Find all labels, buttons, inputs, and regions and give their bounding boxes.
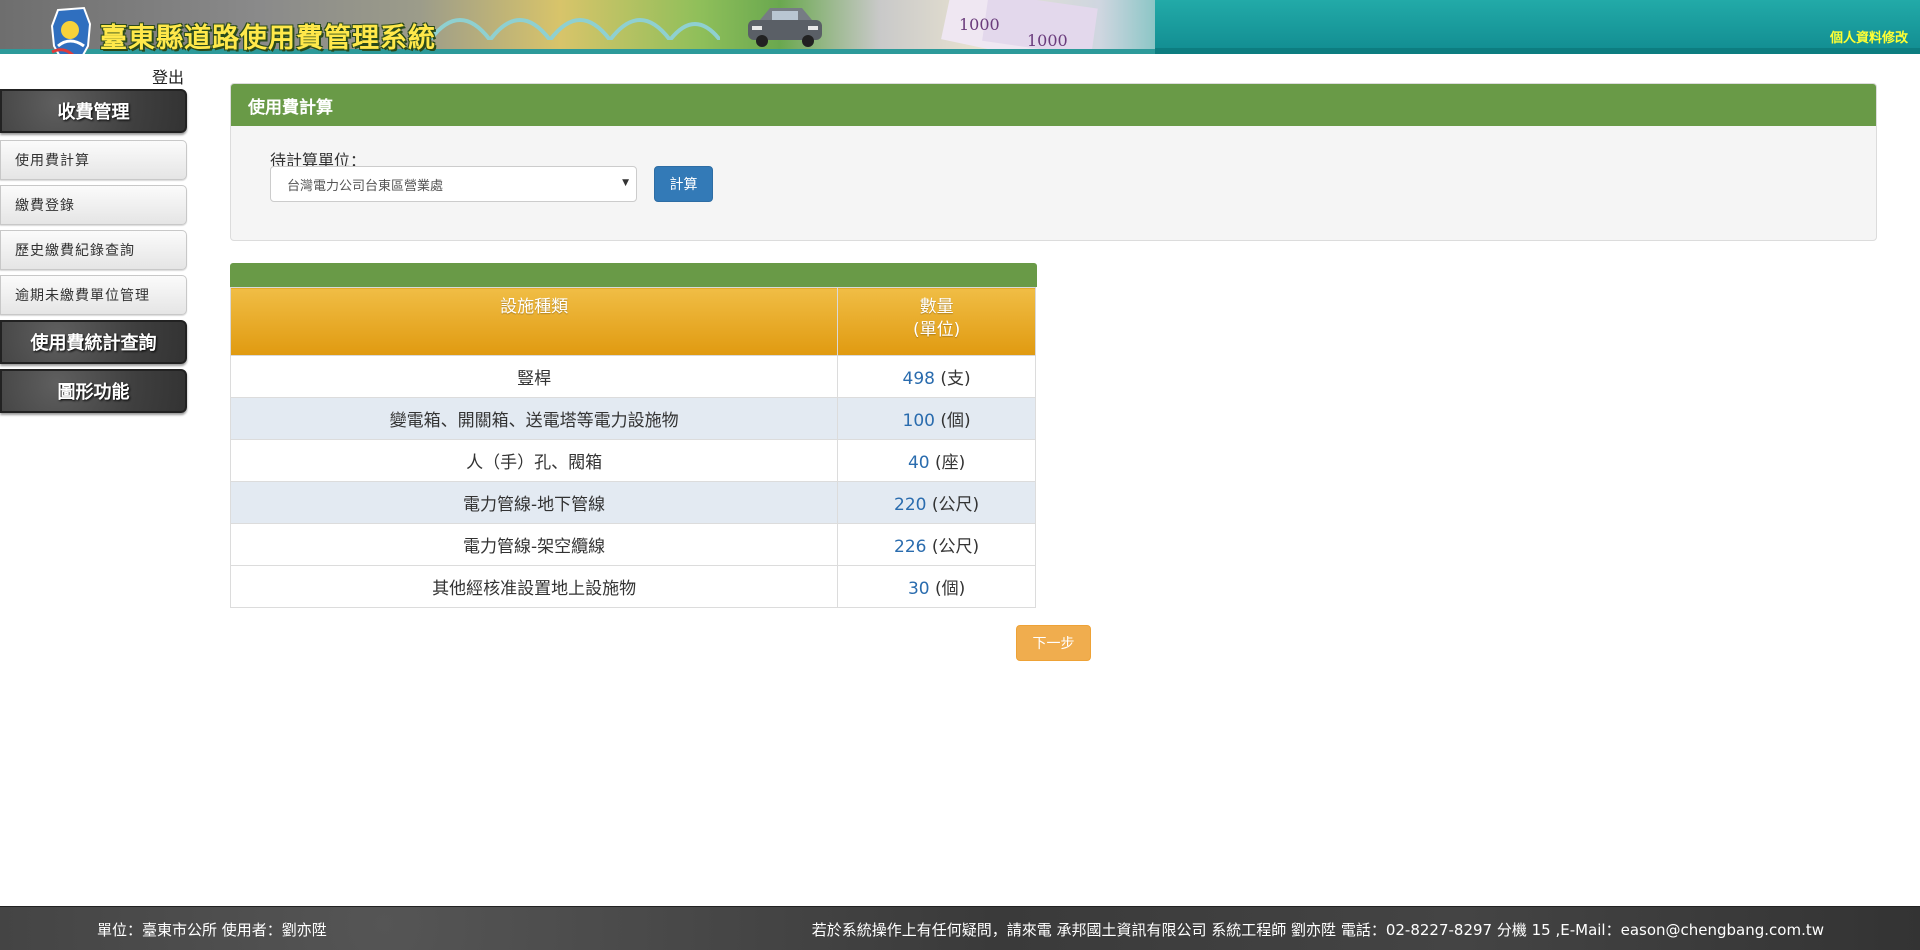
quantity-value: 30 [907,579,930,599]
quantity-cell: 226 (公尺) [837,523,1036,566]
facility-type-cell: 其他經核准設置地上設施物 [229,565,839,608]
svg-text:1000: 1000 [959,15,1000,34]
facility-type-cell: 人（手）孔、閥箱 [229,439,839,482]
quantity-value: 100 [902,411,935,431]
nav-section-fee-statistics[interactable]: 使用費統計查詢 [0,320,187,364]
panel-title: 使用費計算 [231,84,1876,126]
table-header-bar [230,263,1037,287]
quantity-unit: (支) [940,369,971,389]
car-icon [748,8,822,47]
nav-section-graphics[interactable]: 圖形功能 [0,369,187,413]
unit-select[interactable]: 台灣電力公司台東區營業處 ▼ [270,166,637,202]
header-banner: 1000 1000 臺東縣道路使用費管理系統 個人資料修改 [0,0,1920,54]
table-row: 電力管線-地下管線 220 (公尺) [229,481,1036,524]
quantity-cell: 100 (個) [837,397,1036,440]
sidebar-item-label: 使用費計算 [15,153,90,169]
header-teal-strip [1155,0,1920,54]
next-step-button[interactable]: 下一步 [1016,625,1091,661]
sidebar-item-label: 歷史繳費紀錄查詢 [15,243,135,259]
unit-select-value: 台灣電力公司台東區營業處 [287,178,444,194]
quantity-unit: (個) [940,411,971,431]
footer: 單位：臺東市公所 使用者：劉亦陞 若於系統操作上有任何疑問，請來電 承邦國土資訊… [0,906,1920,950]
nav-section-label: 收費管理 [57,102,130,123]
quantity-cell: 498 (支) [837,355,1036,398]
banknotes-decoration: 1000 1000 [941,0,1098,54]
system-title: 臺東縣道路使用費管理系統 [100,23,436,54]
nav-section-fee-management[interactable]: 收費管理 [0,89,187,133]
quantity-value: 498 [902,369,935,389]
facility-type-cell: 電力管線-架空纜線 [229,523,839,566]
table-row: 其他經核准設置地上設施物 30 (個) [229,565,1036,608]
sidebar-item-label: 逾期未繳費單位管理 [15,288,150,304]
table-row: 人（手）孔、閥箱 40 (座) [229,439,1036,482]
nav-section-label: 使用費統計查詢 [30,333,157,354]
column-header-facility-type: 設施種類 [229,287,839,356]
facility-type-cell: 變電箱、開關箱、送電塔等電力設施物 [229,397,839,440]
table-row: 電力管線-架空纜線 226 (公尺) [229,523,1036,566]
sidebar-item-fee-calculation[interactable]: 使用費計算 [0,140,187,180]
quantity-unit: (個) [935,579,966,599]
logout-link[interactable]: 登出 [152,64,184,88]
sidebar-item-payment-history[interactable]: 歷史繳費紀錄查詢 [0,230,187,270]
profile-edit-link[interactable]: 個人資料修改 [1830,27,1908,46]
quantity-cell: 40 (座) [837,439,1036,482]
footer-contact-info: 若於系統操作上有任何疑問，請來電 承邦國土資訊有限公司 系統工程師 劉亦陞 電話… [811,921,1824,939]
fee-calculation-panel: 使用費計算 待計算單位： 台灣電力公司台東區營業處 ▼ 計算 [230,83,1877,241]
chevron-down-icon: ▼ [622,178,629,188]
column-header-quantity: 數量 (單位) [837,287,1036,356]
quantity-cell: 220 (公尺) [837,481,1036,524]
nav-section-label: 圖形功能 [57,382,130,403]
calculate-button[interactable]: 計算 [654,166,713,202]
arch-bridge-decoration [428,18,720,40]
sidebar-item-label: 繳費登錄 [15,198,75,214]
quantity-value: 220 [894,495,927,515]
sidebar-item-overdue-units[interactable]: 逾期未繳費單位管理 [0,275,187,315]
quantity-unit: (公尺) [931,537,980,557]
column-header-quantity-label: 數量 [919,297,954,317]
sidebar-item-payment-entry[interactable]: 繳費登錄 [0,185,187,225]
table-row: 豎桿 498 (支) [229,355,1036,398]
column-header-quantity-unit: (單位) [912,320,961,340]
quantity-unit: (座) [935,453,966,473]
quantity-value: 226 [894,537,927,557]
facility-type-cell: 電力管線-地下管線 [229,481,839,524]
table-row: 變電箱、開關箱、送電塔等電力設施物 100 (個) [229,397,1036,440]
quantity-value: 40 [907,453,930,473]
quantity-unit: (公尺) [931,495,980,515]
quantity-cell: 30 (個) [837,565,1036,608]
facility-quantity-table: 設施種類 數量 (單位) 豎桿 498 (支) 變電箱、開關箱、送電塔等電力設施… [229,287,1036,608]
footer-user-info: 單位：臺東市公所 使用者：劉亦陞 [97,921,327,939]
facility-type-cell: 豎桿 [229,355,839,398]
county-logo-icon [50,6,92,54]
svg-text:1000: 1000 [1027,31,1068,50]
